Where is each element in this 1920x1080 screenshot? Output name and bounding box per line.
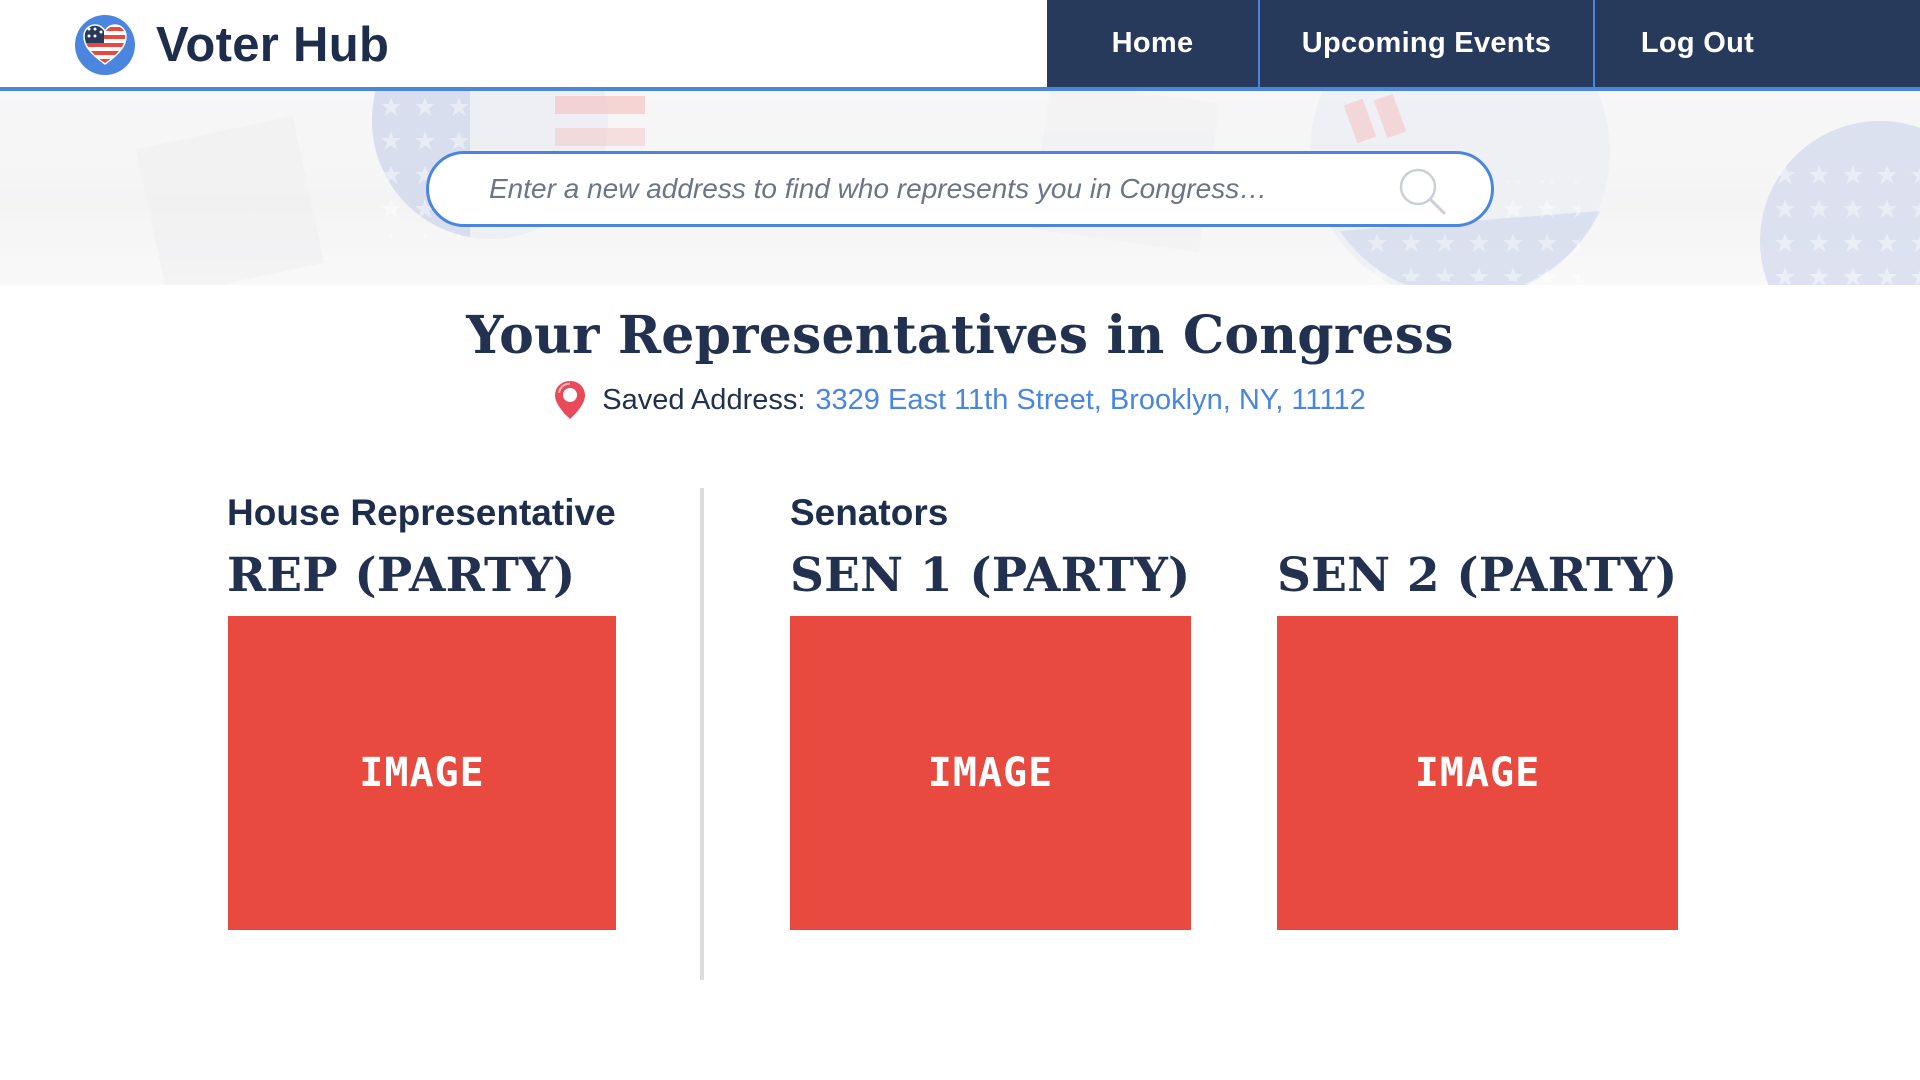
section-divider — [700, 488, 704, 980]
heart-flag-icon — [75, 15, 135, 75]
saved-address-value[interactable]: 3329 East 11th Street, Brooklyn, NY, 111… — [815, 384, 1365, 417]
house-rep-image[interactable]: IMAGE — [228, 616, 616, 930]
house-heading: House Representative — [227, 492, 616, 533]
nav-log-out[interactable]: Log Out — [1595, 0, 1800, 87]
search-hero — [0, 91, 1920, 285]
house-rep-name: REP (PARTY) — [227, 548, 576, 603]
saved-address: Saved Address: 3329 East 11th Street, Br… — [0, 380, 1920, 420]
nav-upcoming-events[interactable]: Upcoming Events — [1260, 0, 1595, 87]
senators-heading: Senators — [790, 492, 949, 533]
address-search-input[interactable] — [487, 172, 1387, 206]
magnifier-icon[interactable] — [1397, 166, 1447, 216]
brand[interactable]: Voter Hub — [74, 14, 389, 76]
main-nav: Home Upcoming Events Log Out — [1047, 0, 1920, 87]
senator-2-name: SEN 2 (PARTY) — [1277, 548, 1678, 603]
saved-address-label: Saved Address: — [602, 383, 806, 416]
brand-name: Voter Hub — [156, 18, 390, 72]
map-pin-icon — [555, 381, 586, 419]
senator-1-name: SEN 1 (PARTY) — [790, 548, 1191, 603]
senator-2-image[interactable]: IMAGE — [1277, 616, 1678, 930]
page-title: Your Representatives in Congress — [466, 305, 1454, 366]
top-header: Voter Hub Home Upcoming Events Log Out — [0, 0, 1920, 91]
address-search-bar — [426, 151, 1494, 227]
nav-home[interactable]: Home — [1047, 0, 1260, 87]
senator-1-image[interactable]: IMAGE — [790, 616, 1191, 930]
